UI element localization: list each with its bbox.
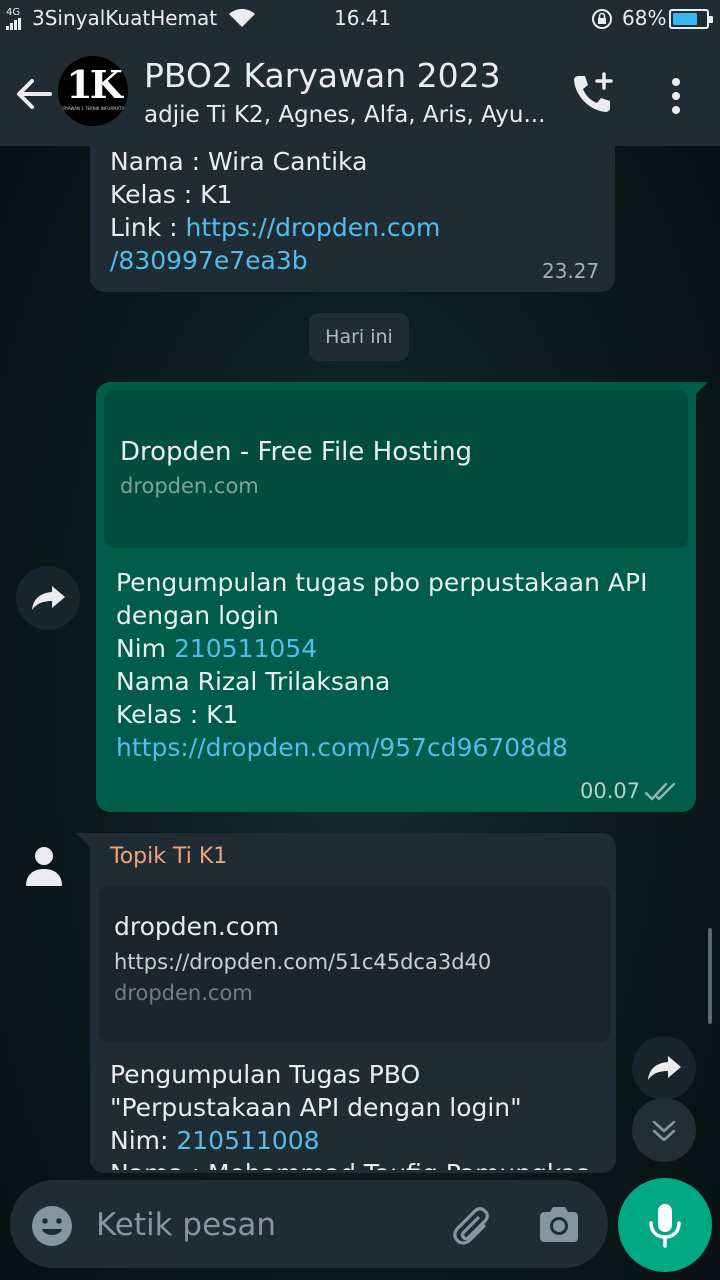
chat-title[interactable]: PBO2 Karyawan 2023 (144, 56, 501, 95)
message-link[interactable]: https://dropden.com/957cd96708d8 (116, 731, 568, 764)
message-input[interactable] (96, 1200, 426, 1250)
battery-percent: 68% (622, 6, 667, 30)
chat-header: 1K KARYAWAN 1 TEKNIK INFORMATIKA PBO2 Ka… (0, 38, 720, 146)
message-line: Pengumpulan tugas pbo perpustakaan API (116, 568, 648, 597)
message-line: Nama Rizal Trilaksana (116, 667, 391, 696)
nim-phone-link[interactable]: 210511054 (174, 634, 317, 663)
bubble-tail (694, 382, 708, 396)
link-preview[interactable] (104, 390, 688, 548)
bubble-tail (76, 833, 90, 847)
nim-phone-link[interactable]: 210511008 (176, 1126, 319, 1155)
link-label: Link : (110, 213, 186, 242)
mic-icon (649, 1204, 681, 1248)
link-preview-title: Dropden - Free File Hosting (120, 437, 473, 467)
chevrons-down-icon (652, 1120, 676, 1142)
emoji-icon[interactable] (30, 1204, 74, 1248)
message-link[interactable]: https://dropden.com (186, 213, 441, 242)
wifi-icon (229, 8, 255, 27)
signal-icon (6, 18, 21, 30)
sender-name[interactable]: Topik Ti K1 (110, 844, 227, 869)
group-avatar[interactable]: 1K KARYAWAN 1 TEKNIK INFORMATIKA (58, 56, 128, 126)
nim-label: Nim: (110, 1126, 177, 1155)
signal-indicator: 4G (6, 8, 22, 33)
add-call-icon[interactable] (568, 70, 616, 118)
message-line: dengan login (116, 601, 279, 630)
back-arrow-icon[interactable] (12, 72, 56, 116)
carrier-name: 3SinyalKuatHemat (32, 6, 218, 30)
chat-members[interactable]: adjie Ti K2, Agnes, Alfa, Aris, Ayu... (144, 102, 545, 128)
forward-button[interactable] (16, 566, 80, 630)
battery-icon (669, 9, 713, 29)
message-body-clip: Pengumpulan Tugas PBO "Perpustakaan API … (90, 1050, 616, 1170)
rotation-lock-icon (592, 9, 612, 29)
nim-label: Nim (116, 634, 174, 663)
scrollbar-thumb[interactable] (708, 928, 712, 1024)
more-vert-icon[interactable] (656, 72, 696, 120)
forward-button[interactable] (632, 1036, 696, 1100)
link-preview-domain: dropden.com (120, 474, 259, 498)
message-link-line: Link : https://dropden.com (110, 211, 440, 244)
message-line: "Perpustakaan API dengan login" (110, 1093, 522, 1122)
message-nim-line: Nim: 210511008 (110, 1124, 320, 1157)
forward-icon (32, 586, 65, 610)
paperclip-icon[interactable] (446, 1200, 496, 1250)
message-line: Nama : Mohammad Taufiq Pamungkas (110, 1157, 589, 1170)
scroll-to-bottom-button[interactable] (632, 1098, 696, 1162)
status-bar: 4G 3SinyalKuatHemat 16.41 68% (0, 0, 720, 38)
network-type: 4G (6, 7, 21, 18)
forward-icon (648, 1056, 681, 1080)
message-line: Kelas : K1 (116, 700, 239, 729)
day-separator: Hari ini (309, 313, 409, 361)
message-line: Pengumpulan Tugas PBO (110, 1060, 421, 1089)
link-preview-domain: dropden.com (114, 981, 253, 1005)
message-link-continued[interactable]: /830997e7ea3b (110, 244, 308, 277)
message-line: Kelas : K1 (110, 180, 233, 209)
person-icon[interactable] (24, 844, 64, 888)
message-nim-line: Nim 210511054 (116, 632, 317, 665)
message-time: 23.27 (542, 259, 600, 283)
voice-record-button[interactable] (618, 1178, 712, 1272)
avatar-logo: 1K (66, 62, 122, 107)
avatar-logo-sub: KARYAWAN 1 TEKNIK INFORMATIKA (58, 106, 128, 111)
link-preview-url: https://dropden.com/51c45dca3d40 (114, 950, 492, 974)
link-preview-title: dropden.com (114, 912, 280, 941)
camera-icon[interactable] (534, 1200, 584, 1250)
message-line: Nama : Wira Cantika (110, 147, 368, 176)
double-check-icon (644, 782, 676, 801)
battery-fill (673, 13, 698, 25)
clock: 16.41 (334, 6, 392, 30)
message-time: 00.07 (580, 779, 641, 803)
